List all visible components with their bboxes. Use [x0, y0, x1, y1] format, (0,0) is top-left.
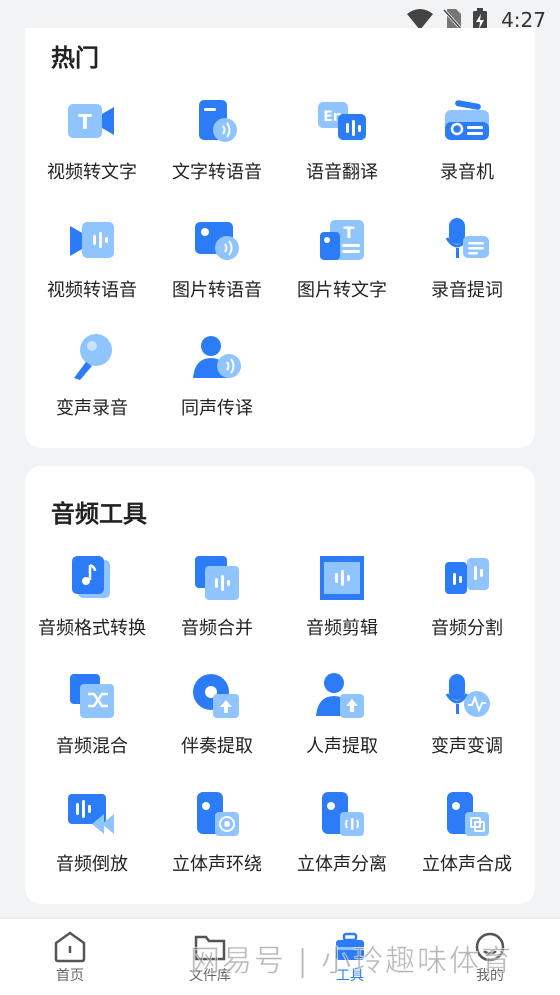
audio-mix-icon [70, 674, 114, 718]
tool-video-to-text[interactable]: T 视频转文字 [30, 96, 154, 206]
accompaniment-extract-icon [193, 674, 239, 718]
stereo-surround-icon [197, 792, 239, 836]
tool-recorder[interactable]: 录音机 [405, 96, 529, 206]
tool-simultaneous-interpretation[interactable]: 同声传译 [155, 332, 279, 442]
voice-translate-icon: En [318, 102, 366, 140]
tool-stereo-separate[interactable]: 立体声分离 [280, 788, 404, 898]
simultaneous-interpretation-icon [193, 336, 241, 378]
tool-voice-translate[interactable]: En 语音翻译 [280, 96, 404, 206]
stereo-compose-icon [447, 792, 489, 836]
tool-voice-pitch[interactable]: 变声变调 [405, 670, 529, 780]
tool-audio-format-convert[interactable]: 音频格式转换 [30, 552, 154, 662]
section-title-audio: 音频工具 [51, 500, 147, 528]
hot-section: 热门 T 视频转文字 文字转语音 En 语音翻译 录音机 视频转语音 图片转语音… [25, 28, 535, 448]
svg-text:T: T [78, 110, 92, 134]
tool-voice-change-record[interactable]: 变声录音 [30, 332, 154, 442]
tab-home[interactable]: 首页 [10, 919, 130, 995]
tool-text-to-speech[interactable]: 文字转语音 [155, 96, 279, 206]
tool-video-to-audio[interactable]: 视频转语音 [30, 214, 154, 324]
tool-image-to-speech[interactable]: 图片转语音 [155, 214, 279, 324]
tool-accompaniment-extract[interactable]: 伴奏提取 [155, 670, 279, 780]
text-to-speech-icon [199, 100, 237, 142]
audio-reverse-icon [68, 794, 114, 834]
video-to-text-icon: T [68, 104, 114, 138]
section-title-hot: 热门 [51, 44, 99, 72]
tool-stereo-surround[interactable]: 立体声环绕 [155, 788, 279, 898]
tool-audio-cut[interactable]: 音频剪辑 [280, 552, 404, 662]
tool-stereo-compose[interactable]: 立体声合成 [405, 788, 529, 898]
recorder-icon [445, 100, 489, 140]
voice-change-record-icon [74, 334, 112, 380]
teleprompter-icon [445, 218, 489, 258]
tool-audio-mix[interactable]: 音频混合 [30, 670, 154, 780]
vocal-extract-icon [316, 673, 364, 718]
audio-merge-icon [195, 556, 239, 600]
audio-format-convert-icon [72, 556, 110, 598]
audio-split-icon [445, 558, 489, 594]
tool-teleprompter[interactable]: 录音提词 [405, 214, 529, 324]
voice-pitch-icon [445, 674, 490, 717]
tool-audio-split[interactable]: 音频分割 [405, 552, 529, 662]
video-to-audio-icon [70, 222, 114, 258]
tool-vocal-extract[interactable]: 人声提取 [280, 670, 404, 780]
svg-text:T: T [344, 223, 355, 242]
tool-audio-reverse[interactable]: 音频倒放 [30, 788, 154, 898]
image-to-speech-icon [195, 222, 239, 260]
image-to-text-icon: T [320, 220, 364, 260]
tool-image-to-text[interactable]: T 图片转文字 [280, 214, 404, 324]
audio-cut-icon [320, 556, 364, 600]
tool-audio-merge[interactable]: 音频合并 [155, 552, 279, 662]
stereo-separate-icon [322, 792, 364, 836]
watermark: 网易号 | 小玲趣味体育 [190, 944, 514, 980]
audio-tools-section: 音频工具 音频格式转换 音频合并 音频剪辑 音频分割 音频混合 伴奏提取 人声提… [25, 466, 535, 904]
home-icon [54, 931, 86, 963]
